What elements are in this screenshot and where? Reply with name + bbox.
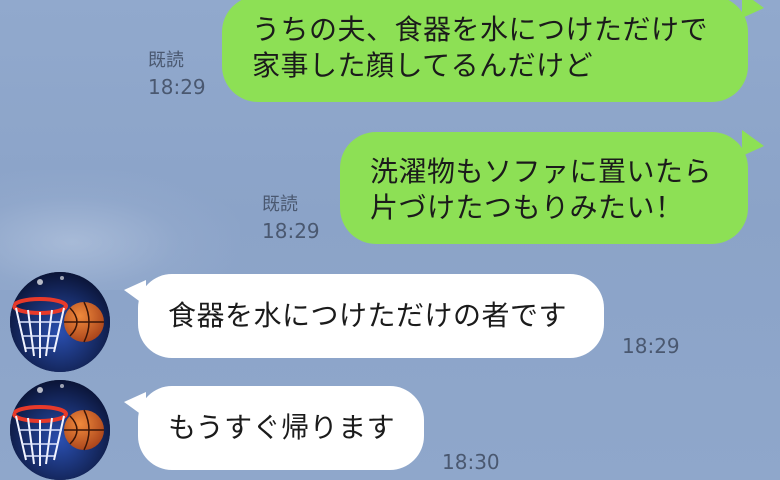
basketball-hoop-icon: [10, 380, 110, 480]
incoming-message-bubble[interactable]: 食器を水につけただけの者です: [138, 274, 604, 358]
bubble-tail: [742, 130, 764, 156]
basketball-hoop-icon: [10, 272, 110, 372]
background-cloud: [0, 170, 240, 290]
read-receipt: 既読: [262, 194, 298, 215]
bubble-tail: [742, 0, 764, 18]
message-time: 18:29: [148, 75, 206, 99]
read-receipt: 既読: [148, 50, 184, 71]
message-meta: 既読 18:29: [262, 192, 320, 244]
message-time: 18:29: [262, 219, 320, 243]
basketball-hoop-avatar[interactable]: [10, 380, 110, 480]
chat-area[interactable]: 既読 18:29 うちの夫、食器を水につけただけで 家事した顔してるんだけど 既…: [0, 0, 780, 480]
outgoing-message-bubble[interactable]: 洗濯物もソファに置いたら 片づけたつもりみたい！: [340, 132, 748, 244]
message-time: 18:30: [442, 450, 500, 474]
message-meta: 既読 18:29: [148, 48, 206, 100]
outgoing-message-bubble[interactable]: うちの夫、食器を水につけただけで 家事した顔してるんだけど: [222, 0, 748, 102]
message-time: 18:29: [622, 334, 680, 358]
incoming-message-bubble[interactable]: もうすぐ帰ります: [138, 386, 424, 470]
basketball-hoop-avatar[interactable]: [10, 272, 110, 372]
